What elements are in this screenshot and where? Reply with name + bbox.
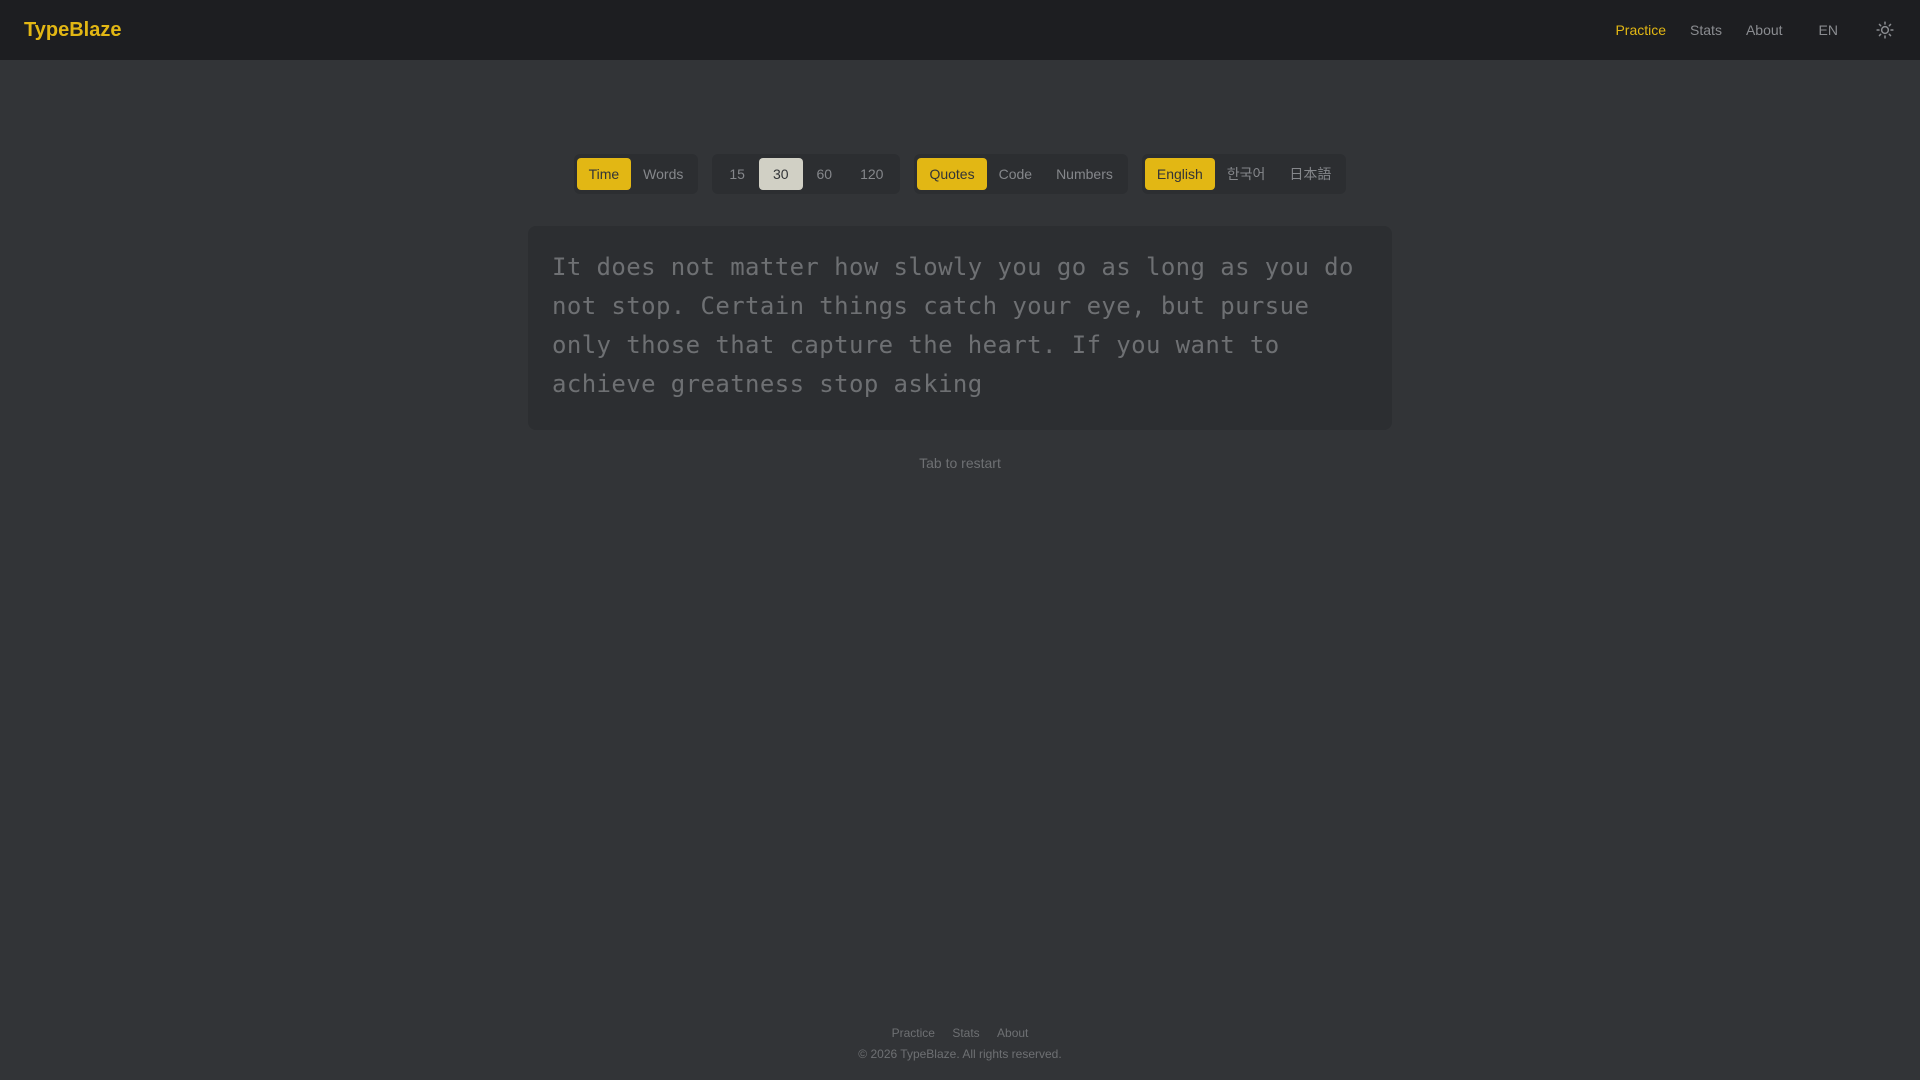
mode-selector: Time Words bbox=[573, 154, 699, 194]
test-words-text: It does not matter how slowly you go as … bbox=[552, 253, 1354, 398]
language-switcher[interactable]: EN bbox=[1819, 22, 1838, 38]
nav-about-link[interactable]: About bbox=[1746, 22, 1783, 38]
page-footer: Practice Stats About © 2026 TypeBlaze. A… bbox=[0, 1026, 1920, 1061]
language-korean-option[interactable]: 한국어 bbox=[1215, 158, 1278, 190]
content-quotes-option[interactable]: Quotes bbox=[917, 158, 987, 190]
footer-stats-link[interactable]: Stats bbox=[952, 1026, 979, 1040]
language-selector: English 한국어 日本語 bbox=[1141, 154, 1347, 194]
nav-stats-link[interactable]: Stats bbox=[1690, 22, 1722, 38]
mode-time-option[interactable]: Time bbox=[576, 158, 632, 190]
footer-practice-link[interactable]: Practice bbox=[892, 1026, 935, 1040]
duration-120-option[interactable]: 120 bbox=[846, 158, 897, 190]
copyright-text: © 2026 TypeBlaze. All rights reserved. bbox=[858, 1047, 1062, 1061]
content-numbers-option[interactable]: Numbers bbox=[1044, 158, 1125, 190]
mode-words-option[interactable]: Words bbox=[631, 158, 695, 190]
duration-selector: 15 30 60 120 bbox=[712, 154, 901, 194]
content-type-selector: Quotes Code Numbers bbox=[914, 154, 1128, 194]
footer-links: Practice Stats About bbox=[0, 1026, 1920, 1040]
top-navigation-bar: TypeBlaze Practice Stats About EN bbox=[0, 0, 1920, 60]
duration-60-option[interactable]: 60 bbox=[803, 158, 847, 190]
content-code-option[interactable]: Code bbox=[987, 158, 1044, 190]
language-japanese-option[interactable]: 日本語 bbox=[1277, 158, 1343, 190]
test-config-bar: Time Words 15 30 60 120 Quotes Code Numb… bbox=[0, 154, 1920, 194]
app-logo[interactable]: TypeBlaze bbox=[24, 19, 121, 42]
duration-15-option[interactable]: 15 bbox=[715, 158, 759, 190]
language-english-option[interactable]: English bbox=[1144, 158, 1215, 190]
duration-30-option[interactable]: 30 bbox=[758, 158, 803, 190]
restart-hint: Tab to restart bbox=[919, 455, 1001, 471]
theme-toggle-button[interactable] bbox=[1874, 19, 1896, 41]
typing-test-area[interactable]: It does not matter how slowly you go as … bbox=[528, 226, 1392, 430]
sun-icon bbox=[1876, 21, 1894, 39]
nav-practice-link[interactable]: Practice bbox=[1615, 22, 1666, 38]
main-nav: Practice Stats About EN bbox=[1591, 19, 1896, 41]
footer-about-link[interactable]: About bbox=[997, 1026, 1028, 1040]
